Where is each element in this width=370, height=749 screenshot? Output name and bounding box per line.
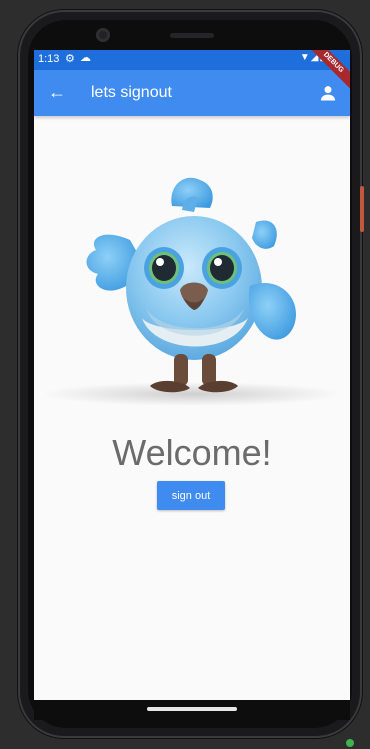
power-button [360, 186, 364, 232]
back-arrow-icon[interactable]: ← [48, 80, 66, 104]
device-screen: 1:13 ⚙ ☁ ▼◢▮ ← lets signout DEBUG Welcom… [34, 50, 350, 700]
gear-icon: ⚙ [65, 53, 75, 65]
cloud-icon: ☁ [80, 52, 91, 64]
home-gesture-handle[interactable] [147, 707, 237, 711]
status-time: 1:13 [38, 53, 60, 65]
sign-out-button[interactable]: sign out [157, 481, 225, 510]
welcome-heading: Welcome! [112, 432, 272, 473]
status-bar: 1:13 ⚙ ☁ ▼◢▮ [34, 50, 350, 70]
page-title: lets signout [91, 84, 172, 101]
status-dot-icon [346, 739, 354, 747]
mascot-bird-image [42, 177, 342, 406]
front-camera [96, 28, 110, 42]
person-icon[interactable] [318, 83, 338, 103]
earpiece-speaker [170, 33, 214, 38]
app-bar: ← lets signout [34, 70, 350, 116]
